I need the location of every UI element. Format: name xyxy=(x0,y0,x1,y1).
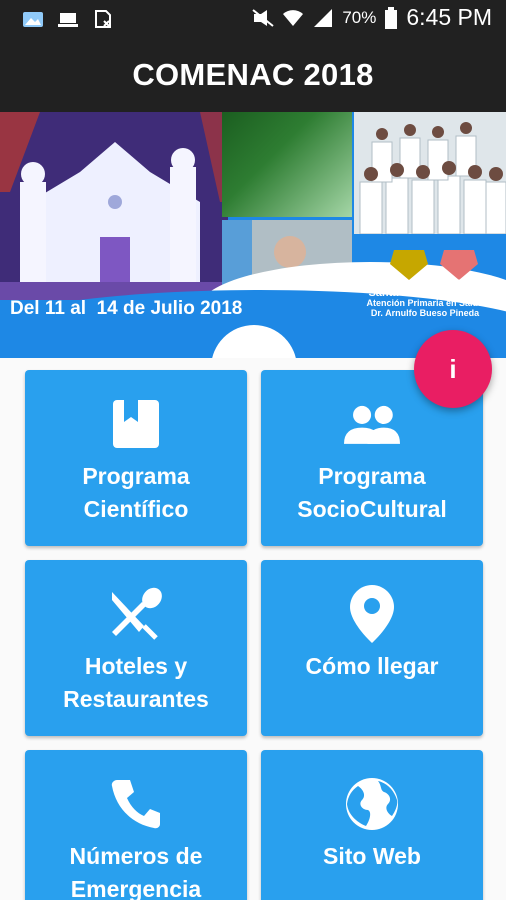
sim-icon xyxy=(95,10,111,28)
event-dates: Del 11 al 14 de Julio 2018 xyxy=(10,298,243,319)
tile-label-line2: Científico xyxy=(83,496,189,522)
tile-label-line1: Cómo llegar xyxy=(305,653,439,679)
tile-numeros-emergencia[interactable]: Números de Emergencia xyxy=(25,750,247,900)
app-title: COMENAC 2018 xyxy=(132,57,374,92)
gallery-icon xyxy=(23,12,43,27)
book-icon xyxy=(108,396,164,452)
globe-icon xyxy=(344,776,400,832)
tile-label-line1: Programa xyxy=(318,463,426,489)
app-bar: COMENAC 2018 xyxy=(0,38,506,112)
wifi-icon xyxy=(283,9,304,26)
tile-programa-cientifico[interactable]: Programa Científico xyxy=(25,370,247,546)
download-icon xyxy=(58,13,78,27)
tile-hoteles-restaurantes[interactable]: Hoteles y Restaurantes xyxy=(25,560,247,736)
event-honoree: Dr. Arnulfo Bueso Pineda xyxy=(370,308,480,318)
tile-label-line1: Programa xyxy=(82,463,190,489)
info-icon: i xyxy=(449,353,457,384)
group-photo xyxy=(354,112,506,235)
event-city: Santa Rosa de Copán xyxy=(368,287,482,299)
clock: 6:45 PM xyxy=(406,4,492,30)
mute-icon xyxy=(252,8,274,27)
surgery-photo xyxy=(222,112,352,217)
tile-label-line2: Emergencia xyxy=(70,876,202,900)
location-pin-icon xyxy=(344,585,400,643)
event-banner: Del 11 al 14 de Julio 2018 LXI Congreso … xyxy=(0,112,506,358)
tile-label-line2: SocioCultural xyxy=(297,496,447,522)
menu-grid: Programa Científico Programa SocioCultur… xyxy=(0,358,506,900)
church-photo xyxy=(0,112,228,300)
event-info: LXI Congreso Médico Nacional Santa Rosa … xyxy=(350,278,500,318)
tile-label-line1: Sito Web xyxy=(323,843,421,869)
tile-como-llegar[interactable]: Cómo llegar xyxy=(261,560,483,736)
battery-icon xyxy=(385,6,398,29)
signal-icon xyxy=(314,8,333,27)
tile-label-line1: Números de xyxy=(69,843,203,869)
restaurant-icon xyxy=(108,586,164,642)
congress-logos-icon xyxy=(390,250,478,280)
people-icon xyxy=(344,396,400,452)
info-fab-button[interactable]: i xyxy=(414,330,492,408)
tile-sitio-web[interactable]: Sito Web xyxy=(261,750,483,900)
event-theme: Atención Primaria en Salud xyxy=(366,298,484,308)
phone-icon xyxy=(108,776,164,832)
battery-percent: 70% xyxy=(342,7,377,27)
status-bar: 70% 6:45 PM xyxy=(0,0,506,38)
tile-label-line1: Hoteles y xyxy=(84,653,188,679)
tile-label-line2: Restaurantes xyxy=(63,686,209,712)
